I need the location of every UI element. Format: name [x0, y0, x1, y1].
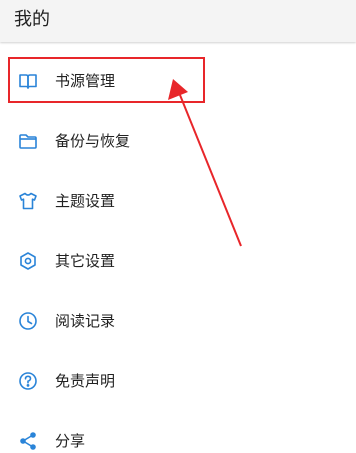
menu-item-backup-restore[interactable]: 备份与恢复: [0, 110, 356, 170]
menu-item-label: 免责声明: [55, 372, 116, 390]
settings-menu: 书源管理 备份与恢复 主题设置 其它设置 阅读记录 免责声明 分享: [0, 50, 356, 453]
menu-item-other-settings[interactable]: 其它设置: [0, 230, 356, 290]
app-header: 我的: [0, 0, 356, 42]
clock-icon: [18, 311, 38, 331]
page-title: 我的: [14, 9, 50, 30]
menu-item-disclaimer[interactable]: 免责声明: [0, 350, 356, 410]
menu-item-reading-history[interactable]: 阅读记录: [0, 290, 356, 350]
menu-item-theme-settings[interactable]: 主题设置: [0, 170, 356, 230]
menu-item-label: 备份与恢复: [55, 132, 131, 150]
screen: 我的 书源管理 备份与恢复 主题设置 其它设置 阅读记录 免责声明 分享: [0, 0, 356, 453]
tshirt-icon: [18, 191, 38, 211]
menu-item-label: 分享: [55, 432, 86, 450]
question-icon: [18, 371, 38, 391]
menu-item-share[interactable]: 分享: [0, 410, 356, 453]
annotation-highlight-box: [8, 57, 205, 103]
share-icon: [18, 431, 38, 451]
folder-icon: [18, 131, 38, 151]
menu-item-label: 其它设置: [55, 252, 116, 270]
menu-item-label: 主题设置: [55, 192, 116, 210]
menu-item-label: 阅读记录: [55, 312, 116, 330]
hexagon-settings-icon: [18, 251, 38, 271]
